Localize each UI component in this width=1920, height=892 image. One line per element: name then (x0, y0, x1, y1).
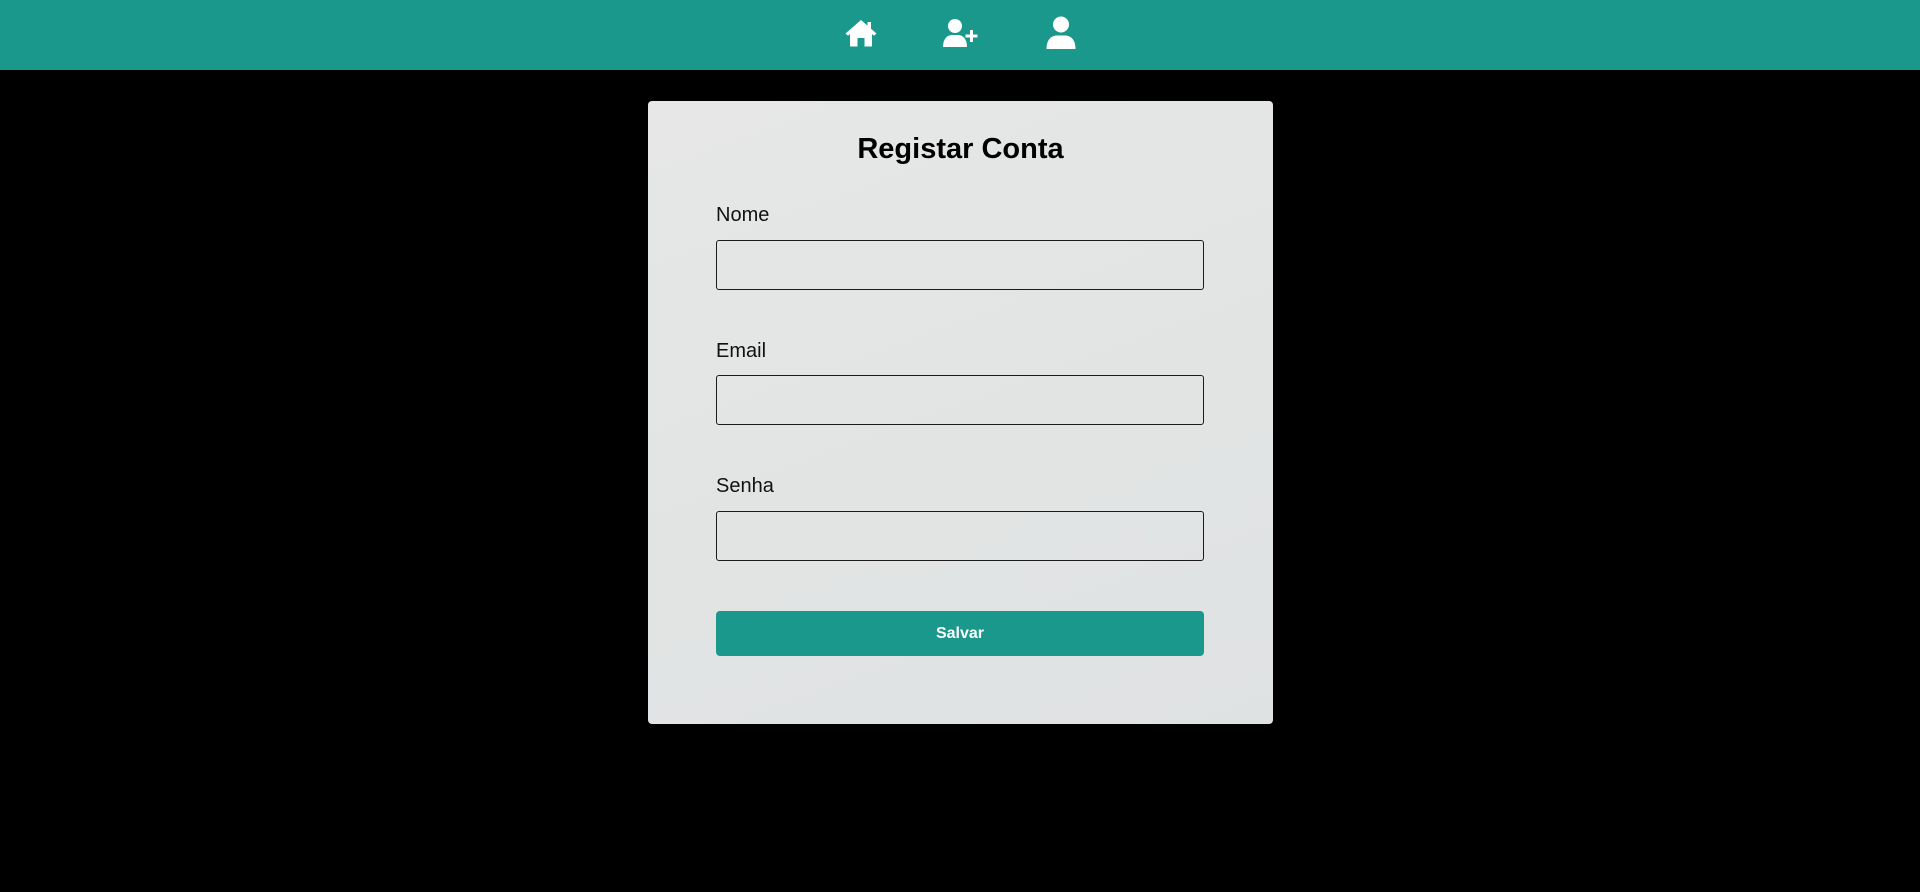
nav-icon-group (842, 14, 1080, 52)
save-button[interactable]: Salvar (716, 611, 1204, 656)
nav-register-link[interactable] (942, 14, 980, 52)
name-label: Nome (716, 204, 770, 226)
name-field[interactable] (716, 240, 1204, 290)
home-icon (845, 19, 877, 46)
page-title: Registar Conta (857, 133, 1064, 165)
email-label: Email (716, 340, 767, 362)
password-label: Senha (716, 475, 774, 497)
nav-profile-link[interactable] (1042, 14, 1080, 52)
user-icon (1046, 16, 1076, 49)
top-navbar (0, 0, 1920, 70)
register-card: Registar Conta Nome Email Senha Salvar (648, 101, 1273, 724)
nav-home-link[interactable] (842, 14, 880, 52)
user-plus-icon (943, 18, 978, 47)
password-field[interactable] (716, 511, 1204, 561)
email-field[interactable] (716, 375, 1204, 425)
